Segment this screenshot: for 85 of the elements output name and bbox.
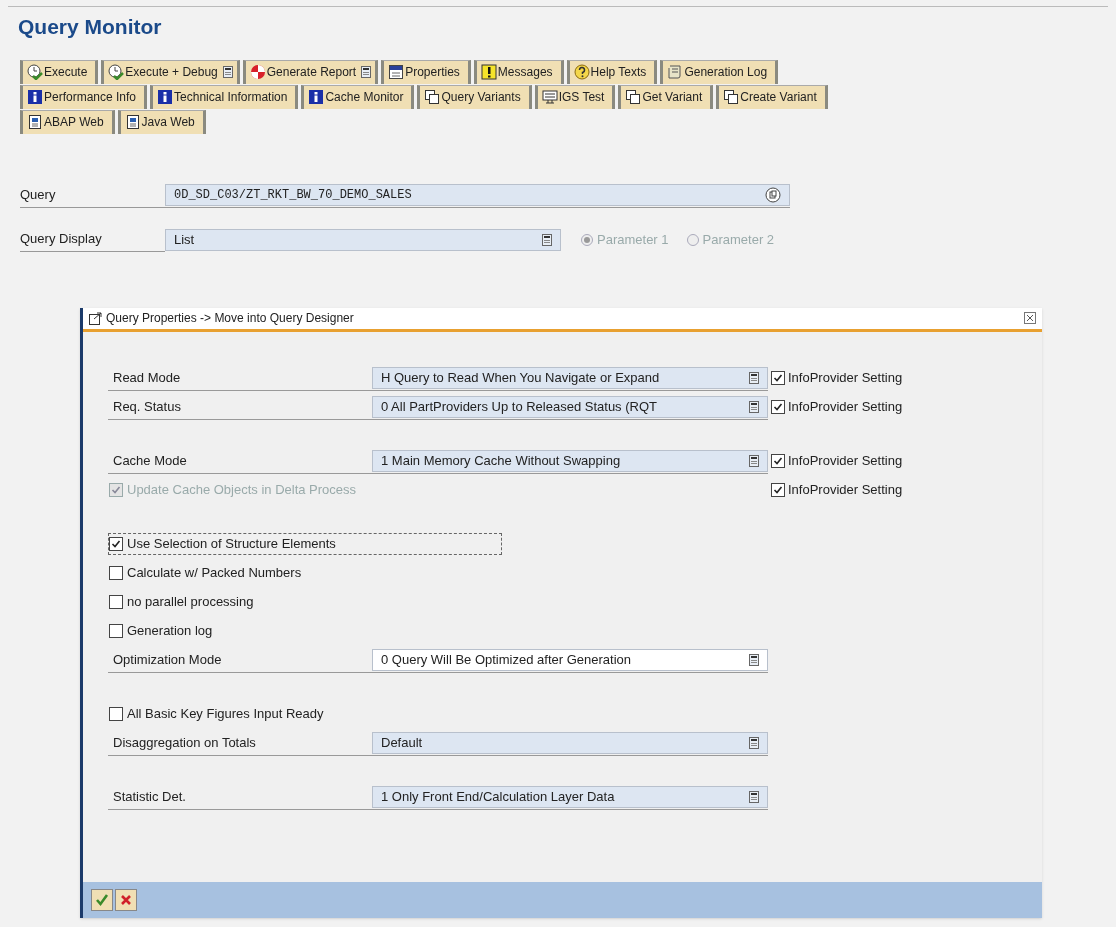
dropdown-field[interactable]: List bbox=[165, 228, 561, 251]
scroll-icon bbox=[667, 64, 684, 80]
info-icon bbox=[157, 89, 174, 105]
toolbar-button[interactable]: Messages bbox=[473, 59, 564, 84]
dropdown-field[interactable]: 1 Main Memory Cache Without Swapping bbox=[372, 449, 768, 472]
page-title: Query Monitor bbox=[18, 14, 162, 40]
toolbar-button[interactable]: Get Variant bbox=[618, 84, 714, 109]
dropdown-icon[interactable] bbox=[749, 400, 759, 413]
toolbar-button[interactable]: Cache Monitor bbox=[301, 84, 415, 109]
checkbox-label: InfoProvider Setting bbox=[788, 481, 903, 500]
clock-check-icon bbox=[27, 64, 43, 80]
checkbox-label: InfoProvider Setting bbox=[788, 398, 903, 417]
field-label: Read Mode bbox=[112, 368, 182, 387]
checkbox[interactable] bbox=[771, 454, 785, 468]
confirm-button[interactable] bbox=[91, 888, 113, 911]
question-icon bbox=[573, 64, 590, 80]
toolbar-button[interactable]: Execute bbox=[20, 59, 99, 84]
export-icon bbox=[89, 311, 103, 325]
checkbox-label: Calculate w/ Packed Numbers bbox=[127, 564, 302, 583]
dropdown-icon[interactable] bbox=[749, 371, 759, 384]
copy-icon bbox=[723, 89, 740, 105]
checkbox[interactable] bbox=[109, 595, 123, 609]
dropdown-icon[interactable] bbox=[222, 66, 233, 78]
checkbox[interactable] bbox=[771, 371, 785, 385]
checkbox-label: Generation log bbox=[127, 622, 213, 641]
field-label: Query bbox=[20, 186, 57, 205]
monitor-icon bbox=[541, 89, 558, 105]
dropdown-field[interactable]: Default bbox=[372, 731, 768, 754]
exclamation-icon bbox=[480, 64, 497, 80]
dropdown-field[interactable]: 0 Query Will Be Optimized after Generation bbox=[372, 648, 768, 671]
radio-label: Parameter 1 bbox=[597, 230, 669, 249]
toolbar-button[interactable]: Execute + Debug bbox=[101, 59, 240, 84]
checkbox[interactable] bbox=[771, 400, 785, 414]
dropdown-icon[interactable] bbox=[749, 454, 759, 467]
checkbox-label: no parallel processing bbox=[127, 593, 254, 612]
field-label: Statistic Det. bbox=[112, 787, 187, 806]
toolbar-button[interactable]: Generate Report bbox=[242, 59, 379, 84]
checkbox-label: Use Selection of Structure Elements bbox=[127, 535, 336, 554]
checkbox[interactable] bbox=[109, 624, 123, 638]
dropdown-field[interactable]: H Query to Read When You Navigate or Expand bbox=[372, 366, 768, 389]
dialog-title: Query Properties -> Move into Query Designer bbox=[106, 310, 354, 327]
checkbox-label: Update Cache Objects in Delta Process bbox=[127, 481, 357, 500]
dropdown-field[interactable]: 0 All PartProviders Up to Released Status (RQT bbox=[372, 395, 768, 418]
toolbar-button[interactable]: Generation Log bbox=[660, 59, 779, 84]
document-icon bbox=[388, 64, 405, 80]
toolbar-button[interactable]: Query Variants bbox=[417, 84, 532, 109]
field-label: Optimization Mode bbox=[112, 650, 223, 669]
info-icon bbox=[27, 89, 43, 105]
checkbox[interactable] bbox=[109, 566, 123, 580]
dropdown-icon[interactable] bbox=[361, 66, 372, 78]
query-field[interactable]: 0D_SD_C03/ZT_RKT_BW_70_DEMO_SALES bbox=[165, 184, 790, 206]
checkbox-label: InfoProvider Setting bbox=[788, 452, 903, 471]
page-icon bbox=[27, 114, 43, 130]
toolbar-button[interactable]: Properties bbox=[381, 59, 471, 84]
toolbar-button[interactable]: IGS Test bbox=[534, 84, 616, 109]
dropdown-icon[interactable] bbox=[749, 736, 759, 749]
close-icon bbox=[120, 893, 132, 906]
toolbar-button[interactable]: Help Texts bbox=[566, 59, 658, 84]
checkbox[interactable] bbox=[109, 537, 123, 551]
dropdown-icon[interactable] bbox=[749, 790, 759, 803]
radio-label: Parameter 2 bbox=[702, 230, 775, 249]
dropdown-icon[interactable] bbox=[749, 653, 759, 666]
field-label: Disaggregation on Totals bbox=[112, 733, 257, 752]
field-label: Cache Mode bbox=[112, 451, 188, 470]
toolbar-button[interactable]: Technical Information bbox=[150, 84, 299, 109]
checkbox-label: All Basic Key Figures Input Ready bbox=[127, 705, 324, 724]
copy-icon bbox=[424, 89, 441, 105]
lifebuoy-icon bbox=[249, 64, 266, 80]
toolbar-button[interactable]: Java Web bbox=[117, 109, 206, 134]
checkmark-icon bbox=[95, 892, 109, 907]
close-icon[interactable] bbox=[1024, 312, 1036, 324]
toolbar-button[interactable]: Create Variant bbox=[716, 84, 828, 109]
toolbar-button[interactable]: ABAP Web bbox=[20, 109, 115, 134]
toolbar-button[interactable]: Performance Info bbox=[20, 84, 148, 109]
checkbox[interactable] bbox=[109, 707, 123, 721]
dropdown-field[interactable]: 1 Only Front End/Calculation Layer Data bbox=[372, 785, 768, 808]
copy-icon[interactable] bbox=[765, 187, 781, 203]
copy-icon bbox=[625, 89, 642, 105]
checkbox-label: InfoProvider Setting bbox=[788, 369, 903, 388]
dropdown-icon[interactable] bbox=[542, 233, 552, 246]
info-icon bbox=[308, 89, 325, 105]
page-icon bbox=[124, 114, 141, 130]
cancel-button[interactable] bbox=[115, 888, 137, 911]
clock-check-icon bbox=[108, 64, 125, 80]
field-label: Req. Status bbox=[112, 397, 182, 416]
